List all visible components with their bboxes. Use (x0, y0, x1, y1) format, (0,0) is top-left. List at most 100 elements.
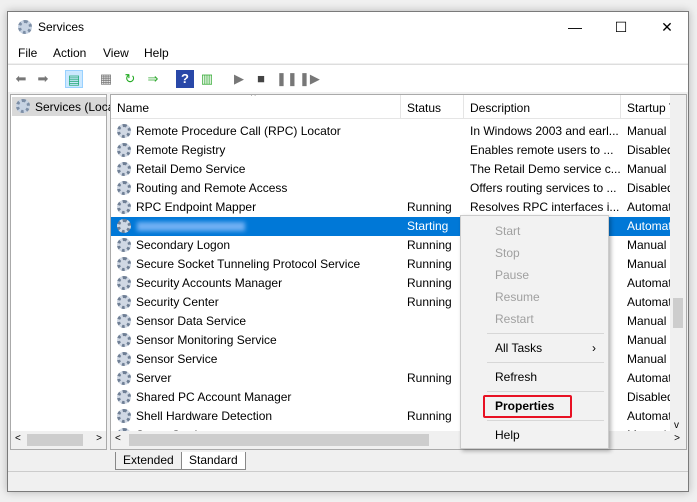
service-row[interactable]: Routing and Remote Access Offers routing … (111, 179, 672, 198)
service-gear-icon (117, 257, 131, 271)
service-row[interactable]: Retail Demo Service The Retail Demo servi… (111, 160, 671, 179)
service-startup-type: Disabled (627, 390, 672, 404)
redacted-name (137, 222, 245, 231)
context-menu-item[interactable]: Pause (495, 268, 529, 282)
vertical-scrollbar[interactable]: v (670, 95, 686, 433)
context-menu: Start Stop Pause Resume Restart All Tasks › Ref… (460, 215, 609, 449)
service-row[interactable]: Remote Registry Enables remote users to .… (111, 141, 672, 160)
service-startup-type: Automatic (627, 371, 672, 385)
service-status: Running (407, 200, 452, 214)
service-startup-type: Automatic (627, 295, 672, 309)
service-status: Running (407, 371, 452, 385)
maximize-button[interactable]: ☐ (598, 12, 644, 42)
menu-action[interactable]: Action (53, 46, 86, 60)
tree-item-services-local[interactable]: Services (Local) (12, 97, 121, 116)
stop-service-icon[interactable]: ■ (252, 70, 270, 88)
services-gear-icon (16, 99, 30, 113)
forward-icon[interactable]: ➡ (34, 70, 52, 88)
sort-ascending-icon: ^ (251, 94, 256, 102)
service-gear-icon (117, 181, 131, 195)
service-status: Running (407, 238, 452, 252)
pause-service-icon[interactable]: ❚❚ (276, 70, 298, 88)
service-startup-type: Manual (627, 124, 667, 138)
context-menu-item[interactable]: Resume (495, 290, 540, 304)
highlight-box (483, 395, 572, 418)
service-gear-icon (117, 409, 131, 423)
show-hide-tree-icon[interactable]: ▤ (65, 70, 83, 88)
service-name: Sensor Monitoring Service (136, 333, 277, 347)
service-gear-icon (117, 295, 131, 309)
status-bar (8, 471, 688, 491)
start-service-icon[interactable]: ▶ (230, 70, 248, 88)
service-description: Enables remote users to ... (470, 143, 614, 157)
service-gear-icon (117, 124, 131, 138)
service-status: Starting (407, 219, 449, 233)
service-gear-icon (117, 333, 131, 347)
column-name[interactable]: Name (111, 95, 401, 119)
tree-item-label: Services (Local) (35, 100, 122, 114)
menu-view[interactable]: View (103, 46, 129, 60)
service-startup-type: Automatic (627, 200, 672, 214)
service-gear-icon (117, 162, 131, 176)
column-status[interactable]: Status (401, 95, 464, 119)
service-startup-type: Manual (627, 162, 667, 176)
service-name: Secondary Logon (136, 238, 231, 252)
tree-pane: Services (Local) < > (10, 94, 121, 450)
export-list-icon[interactable]: ⇒ (144, 70, 162, 88)
service-name: Shared PC Account Manager (136, 390, 292, 404)
service-gear-icon (117, 219, 131, 233)
service-gear-icon (117, 276, 131, 290)
service-gear-icon (117, 238, 131, 252)
service-startup-type: Manual (627, 238, 667, 252)
service-startup-type: Manual (627, 314, 667, 328)
menu-separator (487, 362, 604, 363)
context-menu-item[interactable]: Start (495, 224, 520, 238)
menu-separator (487, 420, 604, 421)
menu-bar: File Action View Help (8, 42, 688, 63)
service-name: Security Center (136, 295, 219, 309)
service-name: Sensor Data Service (136, 314, 247, 328)
context-menu-item[interactable]: Stop (495, 246, 520, 260)
minimize-button[interactable]: — (552, 12, 598, 42)
context-menu-item[interactable]: Help (495, 428, 520, 442)
tree-horizontal-scrollbar[interactable]: < > (11, 431, 106, 449)
service-row[interactable]: Remote Procedure Call (RPC) Locator In Wi… (111, 122, 671, 141)
service-startup-type: Automatic (627, 276, 672, 290)
service-startup-type: Automatic (627, 219, 672, 233)
submenu-arrow-icon: › (592, 341, 596, 355)
tab-standard[interactable]: Standard (181, 452, 246, 470)
properties-icon[interactable]: ▦ (97, 70, 115, 88)
service-startup-type: Manual (627, 257, 667, 271)
service-name: Secure Socket Tunneling Protocol Service (136, 257, 361, 271)
service-name: Shell Hardware Detection (136, 409, 273, 423)
service-status: Running (407, 409, 452, 423)
service-description: The Retail Demo service c... (470, 162, 620, 176)
service-startup-type: Manual (627, 333, 667, 347)
context-menu-item[interactable]: Restart (495, 312, 534, 326)
close-button[interactable]: ✕ (644, 12, 690, 42)
menu-separator (487, 333, 604, 334)
window-title: Services (38, 20, 85, 34)
column-description[interactable]: Description (464, 95, 621, 119)
list-header: Name ^ Status Description Startup Type (111, 95, 686, 119)
service-gear-icon (117, 314, 131, 328)
service-gear-icon (117, 352, 131, 366)
action-pane-icon[interactable]: ▥ (198, 70, 216, 88)
menu-file[interactable]: File (18, 46, 37, 60)
help-icon[interactable]: ? (176, 70, 194, 88)
service-gear-icon (117, 371, 131, 385)
context-menu-item[interactable]: All Tasks (495, 341, 542, 355)
menu-separator (487, 391, 604, 392)
service-name: Security Accounts Manager (136, 276, 283, 290)
menu-help[interactable]: Help (144, 46, 169, 60)
tab-extended[interactable]: Extended (115, 452, 182, 470)
restart-service-icon[interactable]: ❚▶ (299, 70, 320, 88)
back-icon[interactable]: ⬅ (12, 70, 30, 88)
context-menu-item[interactable]: Refresh (495, 370, 537, 384)
service-name: Remote Procedure Call (RPC) Locator (136, 124, 341, 138)
refresh-icon[interactable]: ↻ (121, 70, 139, 88)
service-startup-type: Disabled (627, 143, 672, 157)
service-name: Server (136, 371, 172, 385)
service-name: RPC Endpoint Mapper (136, 200, 257, 214)
service-name: Remote Registry (136, 143, 226, 157)
